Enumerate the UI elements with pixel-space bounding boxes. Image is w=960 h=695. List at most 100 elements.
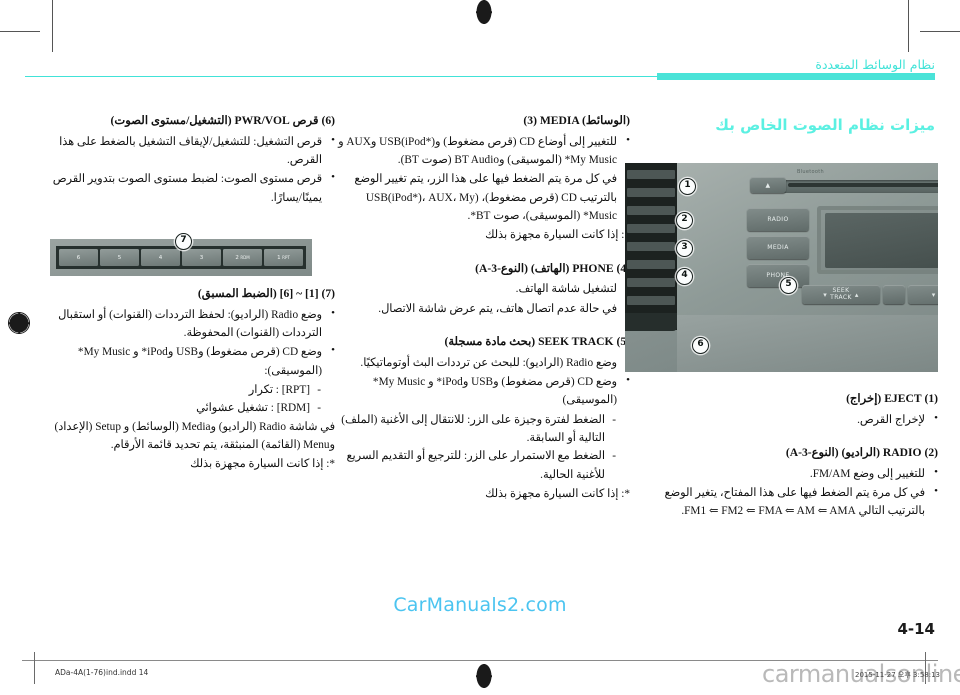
crop-mark-left [0, 31, 40, 32]
sub-list-item: [RPT] : تكرار [43, 381, 322, 400]
preset-number: 4 [158, 254, 163, 261]
block-title: (2) RADIO (الراديو) (النوع-A-3) [785, 446, 938, 460]
list-item: في كل مرة يتم الضغط فيها على هذا الزر، ي… [338, 169, 630, 225]
button-label: MEDIA [767, 244, 789, 251]
bullet-list: للتغيير إلى أوضاع CD (قرص مضغوط) وUSB(iP… [338, 132, 630, 225]
preset-buttons-photo: 1 RPT 2 RDM 3 4 5 6 7 [50, 233, 312, 276]
page-number: 4-14 [897, 620, 935, 638]
media-button[interactable]: MEDIA [747, 236, 809, 259]
preset-mode: RDM [240, 255, 250, 260]
audio-head-unit-photo: Bluetooth ▲ RADIO MEDIA PHONE ▾ SEEK TRA… [625, 163, 938, 372]
head-unit-faceplate: Bluetooth ▲ RADIO MEDIA PHONE ▾ SEEK TRA… [677, 163, 938, 372]
preset-number: 2 [235, 254, 239, 261]
print-timestamp: 2015-11-27 오후 3:58:13 [855, 671, 940, 679]
phone-button[interactable]: PHONE [747, 264, 809, 287]
list-item: وضع Radio (الراديو): للبحث عن ترددات الب… [338, 353, 630, 372]
equipped-note: *: إذا كانت السيارة مجهزة بذلك [485, 487, 630, 500]
registration-mark-left [8, 312, 30, 334]
callout-1: 1 [679, 178, 696, 195]
block-title: (3) MEDIA (الوسائط) [523, 114, 630, 127]
registration-mark-top [473, 0, 495, 24]
cd-slot [782, 180, 938, 193]
button-label: RADIO [767, 216, 789, 223]
sub-list: [RPT] : تكرار [RDM] : تشغيل عشوائي [43, 381, 322, 418]
eject-icon: ▲ [765, 181, 771, 189]
crop-mark-top-right [908, 0, 909, 52]
folder-button[interactable]: ▾ FOLDER [908, 285, 938, 304]
preset-number: 5 [117, 254, 122, 261]
block-title: (5) SEEK TRACK (بحث مادة مسجلة) [444, 334, 630, 348]
list-item: في حالة عدم اتصال هاتف، يتم عرض شاشة الا… [338, 299, 630, 318]
block-title: (6) قرص PWR/VOL (التشغيل/مستوى الصوت) [110, 114, 335, 127]
chevron-down-icon: ▾ [931, 290, 936, 299]
seek-track-button[interactable]: ▾ SEEK TRACK ▴ [802, 285, 880, 304]
list-item: قرص التشغيل: للتشغيل/لإيقاف التشغيل بالض… [43, 132, 335, 170]
sub-list-item: [RDM] : تشغيل عشوائي [43, 399, 322, 418]
block-title: (7) [1] ~ [6] (الضبط المسبق) [197, 286, 335, 300]
chevron-up-icon: ▴ [854, 290, 859, 299]
site-watermark: CarManuals2.com [393, 594, 567, 616]
equipped-note: *: إذا كانت السيارة مجهزة بذلك [190, 458, 335, 471]
callout-4: 4 [676, 268, 693, 285]
block-pwr-vol: (6) قرص PWR/VOL (التشغيل/مستوى الصوت) قر… [43, 112, 335, 207]
block-media: (3) MEDIA (الوسائط) للتغيير إلى أوضاع CD… [338, 112, 630, 245]
block-eject: (1) EJECT (إخراج) لإخراج القرص. [648, 390, 938, 429]
indd-file-name: ADa-4A(1-76)ind.indd 14 [55, 668, 149, 677]
equipped-note: *: إذا كانت السيارة مجهزة بذلك [485, 229, 630, 242]
callout-7: 7 [175, 233, 192, 250]
bullet-list: للتغيير إلى وضع FM/AM. في كل مرة يتم الض… [648, 464, 938, 521]
list-item: قرص مستوى الصوت: لضبط مستوى الصوت بتدوير… [43, 169, 335, 207]
preset-number: 3 [199, 254, 204, 261]
callout-5: 5 [780, 277, 797, 294]
sub-list: الضغط لفترة وجيزة على الزر: للانتقال إلى… [338, 411, 617, 484]
list-item: وضع CD (قرص مضغوط) وUSB وiPod* و My Musi… [338, 372, 630, 410]
callout-6: 6 [692, 337, 709, 354]
bullet-list: قرص التشغيل: للتشغيل/لإيقاف التشغيل بالض… [43, 132, 335, 207]
column-left: (6) قرص PWR/VOL (التشغيل/مستوى الصوت) قر… [43, 112, 335, 477]
crop-mark-top-left [52, 0, 53, 52]
list-item: للتغيير إلى أوضاع CD (قرص مضغوط) وUSB(iP… [338, 132, 630, 170]
bullet-list: وضع Radio (الراديو): للبحث عن ترددات الب… [338, 353, 630, 410]
list-item: للتغيير إلى وضع FM/AM. [648, 464, 938, 483]
chevron-down-icon: ▾ [823, 290, 828, 299]
sub-list-item: الضغط لفترة وجيزة على الزر: للانتقال إلى… [338, 411, 617, 448]
block-radio: (2) RADIO (الراديو) (النوع-A-3) للتغيير … [648, 444, 938, 521]
list-item: لتشغيل شاشة الهاتف. [338, 279, 630, 298]
column-under-photo: (1) EJECT (إخراج) لإخراج القرص. (2) RADI… [648, 390, 938, 525]
preset-key: 1 RPT [264, 249, 303, 266]
preset-key: 6 [59, 249, 98, 266]
registration-mark-bottom [473, 664, 495, 688]
bullet-list: وضع Radio (الراديو): لحفظ الترددات (القن… [43, 305, 335, 380]
bullet-list: لتشغيل شاشة الهاتف. في حالة عدم اتصال ها… [338, 279, 630, 318]
preset-key: 3 [182, 249, 221, 266]
radio-button[interactable]: RADIO [747, 208, 809, 231]
air-vent [625, 163, 677, 330]
callout-3: 3 [676, 240, 693, 257]
bullet-list: لإخراج القرص. [648, 410, 938, 429]
spacer-button[interactable] [883, 285, 905, 304]
sub-list-item: الضغط مع الاستمرار على الزر: للترجيع أو … [338, 447, 617, 484]
preset-key: 5 [100, 249, 139, 266]
eject-button[interactable]: ▲ [750, 177, 786, 193]
page-header-title: نظام الوسائط المتعددة [815, 57, 935, 72]
preset-number: 6 [76, 254, 81, 261]
seek-label-line2: TRACK [830, 293, 852, 301]
list-item: في كل مرة يتم الضغط فيها على هذا المفتاح… [648, 483, 938, 521]
header-accent-bar [657, 73, 935, 80]
head-unit-display [817, 206, 938, 274]
list-item: لإخراج القرص. [648, 410, 938, 429]
list-item: وضع CD (قرص مضغوط) وUSB وiPod* و My Musi… [43, 342, 335, 380]
block-title: (4) PHONE (الهاتف) (النوع-A-3) [475, 261, 630, 275]
block-phone: (4) PHONE (الهاتف) (النوع-A-3) لتشغيل شا… [338, 260, 630, 318]
block-seek-track: (5) SEEK TRACK (بحث مادة مسجلة) وضع Radi… [338, 333, 630, 503]
list-item: وضع Radio (الراديو): لحفظ الترددات (القن… [43, 305, 335, 343]
callout-2: 2 [676, 212, 693, 229]
crop-mark-right [920, 31, 960, 32]
preset-number: 1 [277, 254, 281, 261]
bluetooth-label: Bluetooth [797, 169, 824, 175]
footer-tick-left [34, 652, 35, 684]
column-middle: (3) MEDIA (الوسائط) للتغيير إلى أوضاع CD… [338, 112, 630, 507]
block-tail-text: في شاشة Radio (الراديو) وMedia (الوسائط)… [54, 420, 335, 451]
manual-page: نظام الوسائط المتعددة ميزات نظام الصوت ا… [0, 0, 960, 695]
preset-key: 4 [141, 249, 180, 266]
